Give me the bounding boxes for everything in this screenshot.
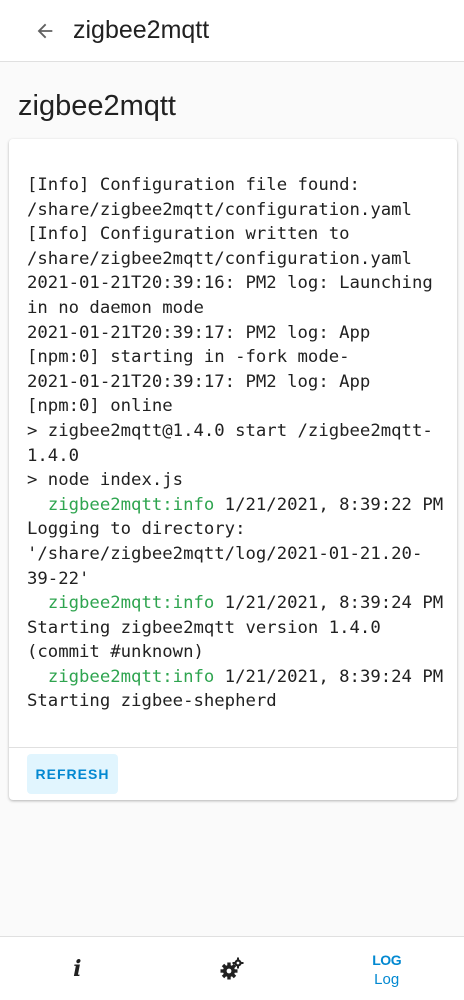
app-bar-title: zigbee2mqtt xyxy=(73,16,210,44)
nav-log[interactable]: LOG Log xyxy=(309,937,464,1000)
log-line: > zigbee2mqtt@1.4.0 start /zigbee2mqtt-1… xyxy=(27,419,447,468)
back-button[interactable] xyxy=(25,11,65,51)
top-app-bar: zigbee2mqtt xyxy=(0,0,464,62)
log-message: [Info] Configuration written to /share/z… xyxy=(27,224,412,269)
info-icon: i xyxy=(73,955,82,982)
log-message: [Info] Configuration file found: /share/… xyxy=(27,175,412,220)
log-line: 2021-01-21T20:39:17: PM2 log: App [npm:0… xyxy=(27,321,447,370)
log-line: > node index.js xyxy=(27,468,447,493)
log-line: zigbee2mqtt:info 1/21/2021, 8:39:22 PM L… xyxy=(27,493,447,591)
arrow-back-icon xyxy=(37,23,53,38)
log-icon: LOG xyxy=(372,951,402,968)
nav-log-label: Log xyxy=(374,970,400,988)
log-message: 2021-01-21T20:39:17: PM2 log: App [npm:0… xyxy=(27,371,381,417)
log-output: [Info] Configuration file found: /share/… xyxy=(27,173,447,714)
log-line: zigbee2mqtt:info 1/21/2021, 8:39:24 PM S… xyxy=(27,591,447,665)
log-message: > node index.js xyxy=(27,470,184,491)
log-level-tag: zigbee2mqtt:info xyxy=(27,494,215,515)
log-message: > zigbee2mqtt@1.4.0 start /zigbee2mqtt-1… xyxy=(27,420,433,466)
gears-icon xyxy=(220,957,244,979)
log-card: [Info] Configuration file found: /share/… xyxy=(9,139,457,800)
log-line: 2021-01-21T20:39:16: PM2 log: Launching … xyxy=(27,271,447,320)
refresh-button[interactable]: REFRESH xyxy=(27,754,118,794)
log-line: [Info] Configuration file found: /share/… xyxy=(27,173,447,222)
bottom-navigation: i LOG Log xyxy=(0,936,464,1000)
card-actions: REFRESH xyxy=(9,747,457,800)
nav-config[interactable] xyxy=(155,937,310,1000)
log-level-tag: zigbee2mqtt:info xyxy=(27,666,215,687)
log-level-tag: zigbee2mqtt:info xyxy=(27,593,215,614)
log-message: 2021-01-21T20:39:16: PM2 log: Launching … xyxy=(27,273,444,318)
log-line: zigbee2mqtt:info 1/21/2021, 8:39:24 PM S… xyxy=(27,665,447,714)
log-line: 2021-01-21T20:39:17: PM2 log: App [npm:0… xyxy=(27,370,447,419)
page-title: zigbee2mqtt xyxy=(18,90,176,122)
nav-info[interactable]: i xyxy=(0,937,155,1000)
log-message: 2021-01-21T20:39:17: PM2 log: App [npm:0… xyxy=(27,322,381,368)
log-line: [Info] Configuration written to /share/z… xyxy=(27,222,447,271)
